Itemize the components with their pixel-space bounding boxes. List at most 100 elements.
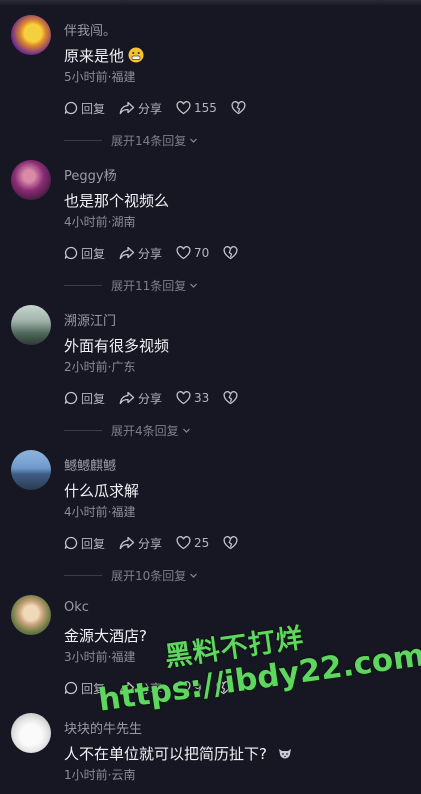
share-button[interactable]: 分享 <box>119 535 162 552</box>
share-label: 分享 <box>138 536 163 551</box>
comment-text[interactable]: 什么瓜求解 <box>64 480 139 501</box>
divider <box>64 285 102 286</box>
reply-icon <box>64 391 78 405</box>
comment-actions: 回复 分享 33 <box>64 388 255 408</box>
dislike-icon <box>216 681 231 695</box>
dislike-button[interactable] <box>223 246 241 260</box>
like-button[interactable]: 155 <box>176 101 217 115</box>
expand-replies-label: 展开4条回复 <box>111 424 179 438</box>
heart-icon <box>176 536 191 550</box>
reply-button[interactable]: 回复 <box>64 680 105 697</box>
share-label: 分享 <box>138 246 163 261</box>
like-count: 9 <box>194 681 202 695</box>
divider <box>64 430 102 431</box>
comment-text[interactable]: 原来是他 <box>64 45 144 67</box>
watermark-title: 黑料不打烊 <box>163 622 307 673</box>
like-count: 33 <box>194 391 210 405</box>
comment-meta: 5小时前·福建 <box>64 70 136 84</box>
reply-button[interactable]: 回复 <box>64 100 105 117</box>
avatar[interactable] <box>11 450 51 490</box>
avatar[interactable] <box>11 713 51 753</box>
expand-replies[interactable]: 展开4条回复 <box>64 422 191 439</box>
reply-button[interactable]: 回复 <box>64 390 105 407</box>
share-label: 分享 <box>138 681 163 696</box>
reply-button[interactable]: 回复 <box>64 245 105 262</box>
comment-text[interactable]: 金源大酒店? <box>64 625 147 646</box>
share-label: 分享 <box>138 391 163 406</box>
expand-replies-label: 展开10条回复 <box>111 569 187 583</box>
share-button[interactable]: 分享 <box>119 245 162 262</box>
avatar[interactable] <box>11 305 51 345</box>
comment-username[interactable]: 块块的牛先生 <box>64 718 142 737</box>
like-count: 70 <box>194 246 210 260</box>
previous-item-edge <box>0 0 421 6</box>
comment-meta: 4小时前·湖南 <box>64 215 136 229</box>
heart-icon <box>176 246 191 260</box>
like-count: 155 <box>194 101 217 115</box>
comment-actions: 回复 分享 9 <box>64 678 248 698</box>
reply-icon <box>64 246 78 260</box>
share-icon <box>119 246 135 260</box>
share-icon <box>119 681 135 695</box>
avatar[interactable] <box>11 595 51 635</box>
share-icon <box>119 391 135 405</box>
dislike-button[interactable] <box>223 391 241 405</box>
expand-replies[interactable]: 展开10条回复 <box>64 567 198 584</box>
chevron-down-icon <box>190 573 198 578</box>
comment-text[interactable]: 外面有很多视频 <box>64 335 169 356</box>
comment-username[interactable]: 溯源江门 <box>64 310 116 329</box>
comment-meta: 3小时前·福建 <box>64 650 136 664</box>
reply-label: 回复 <box>81 101 106 116</box>
cat-emoji-icon <box>277 745 293 765</box>
chevron-down-icon <box>182 428 190 433</box>
share-button[interactable]: 分享 <box>119 100 162 117</box>
share-label: 分享 <box>138 101 163 116</box>
reply-label: 回复 <box>81 681 106 696</box>
reply-button[interactable]: 回复 <box>64 535 105 552</box>
dislike-button[interactable] <box>216 681 234 695</box>
like-button[interactable]: 33 <box>176 391 209 405</box>
dislike-icon <box>223 391 238 405</box>
comment-actions: 回复 分享 155 <box>64 98 263 118</box>
divider <box>64 575 102 576</box>
heart-icon <box>176 681 191 695</box>
avatar[interactable] <box>11 160 51 200</box>
expand-replies-label: 展开14条回复 <box>111 134 187 148</box>
comment-text[interactable]: 人不在单位就可以把简历扯下? <box>64 743 293 765</box>
reply-icon <box>64 536 78 550</box>
share-icon <box>119 101 135 115</box>
share-button[interactable]: 分享 <box>119 680 162 697</box>
comment-username[interactable]: Peggy杨 <box>64 165 117 184</box>
comment-meta: 2小时前·广东 <box>64 360 136 374</box>
share-button[interactable]: 分享 <box>119 390 162 407</box>
chevron-down-icon <box>190 138 198 143</box>
reply-icon <box>64 681 78 695</box>
like-button[interactable]: 25 <box>176 536 209 550</box>
share-icon <box>119 536 135 550</box>
comment-meta: 1小时前·云南 <box>64 768 136 782</box>
expand-replies[interactable]: 展开11条回复 <box>64 277 198 294</box>
comment-username[interactable]: 鳡鳡麒鳡 <box>64 455 116 474</box>
comment-actions: 回复 分享 25 <box>64 533 255 553</box>
expand-replies[interactable]: 展开14条回复 <box>64 132 198 149</box>
dislike-icon <box>223 246 238 260</box>
like-button[interactable]: 70 <box>176 246 209 260</box>
heart-icon <box>176 391 191 405</box>
dislike-button[interactable] <box>231 101 249 115</box>
comment-text[interactable]: 也是那个视频么 <box>64 190 169 211</box>
like-count: 25 <box>194 536 210 550</box>
divider <box>64 140 102 141</box>
expand-replies-label: 展开11条回复 <box>111 279 187 293</box>
like-button[interactable]: 9 <box>176 681 202 695</box>
comment-username[interactable]: 伴我闯。 <box>64 20 116 39</box>
comment-actions: 回复 分享 70 <box>64 243 255 263</box>
comment-meta: 4小时前·福建 <box>64 505 136 519</box>
dislike-button[interactable] <box>223 536 241 550</box>
reply-label: 回复 <box>81 536 106 551</box>
comment-username[interactable]: Okc <box>64 600 89 615</box>
grin-emoji-icon <box>128 47 144 67</box>
chevron-down-icon <box>190 283 198 288</box>
dislike-icon <box>231 101 246 115</box>
reply-icon <box>64 101 78 115</box>
avatar[interactable] <box>11 15 51 55</box>
